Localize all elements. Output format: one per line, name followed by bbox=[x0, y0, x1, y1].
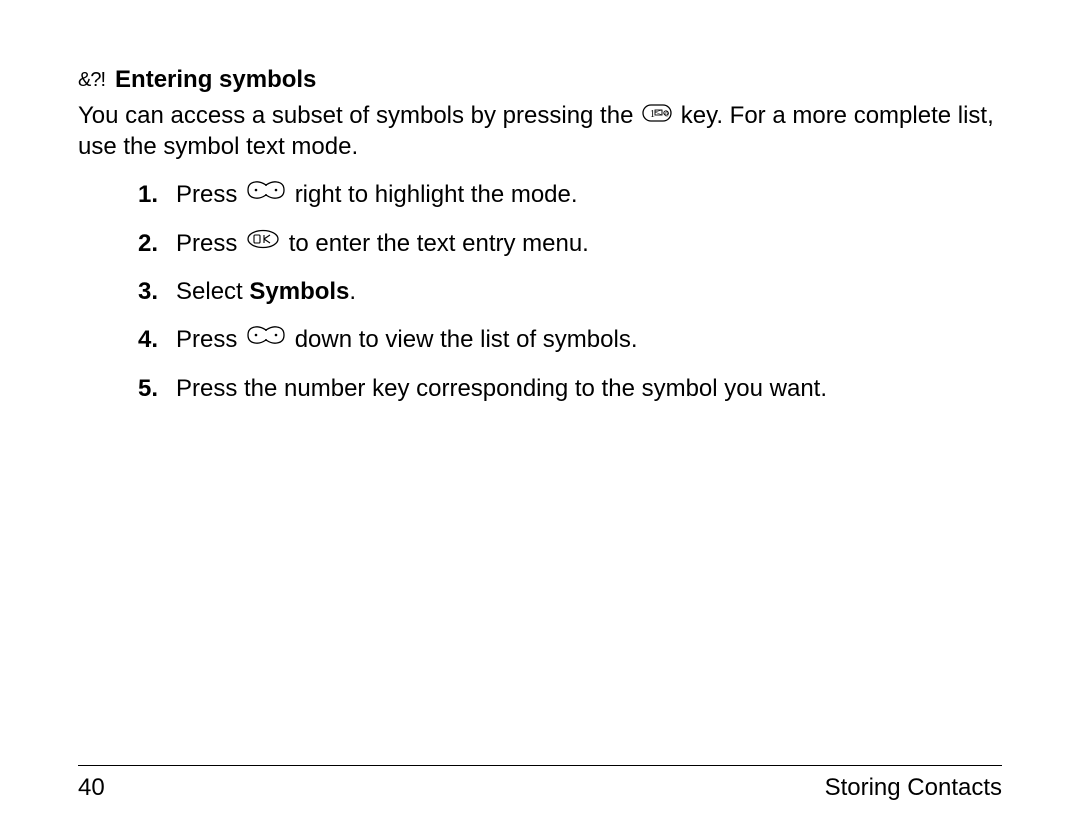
section-name: Storing Contacts bbox=[825, 774, 1002, 802]
step-2: Press to enter the text entry menu. bbox=[138, 229, 1002, 260]
step-3: Select Symbols. bbox=[138, 277, 1002, 307]
step-text: Press the number key corresponding to th… bbox=[176, 375, 827, 402]
step-text: to enter the text entry menu. bbox=[289, 230, 589, 257]
page-number: 40 bbox=[78, 774, 105, 802]
steps-list: Press right to highlight the mode. Press bbox=[78, 180, 1002, 404]
step-text: Press bbox=[176, 326, 244, 353]
one-key-icon: 1 @ bbox=[642, 100, 672, 130]
step-text: Press bbox=[176, 181, 244, 208]
section-heading: &?! Entering symbols bbox=[78, 64, 1002, 95]
step-4: Press down to view the list of symbols. bbox=[138, 325, 1002, 356]
svg-text:1: 1 bbox=[650, 109, 655, 120]
step-1: Press right to highlight the mode. bbox=[138, 180, 1002, 211]
dpad-icon bbox=[246, 179, 286, 209]
svg-text:@: @ bbox=[664, 111, 669, 117]
step-text: . bbox=[349, 278, 356, 305]
step-bold: Symbols bbox=[249, 278, 349, 305]
step-text: down to view the list of symbols. bbox=[295, 326, 638, 353]
step-text: right to highlight the mode. bbox=[295, 181, 578, 208]
dpad-icon bbox=[246, 324, 286, 354]
intro-paragraph: You can access a subset of symbols by pr… bbox=[78, 101, 1002, 162]
step-5: Press the number key corresponding to th… bbox=[138, 374, 1002, 404]
page-footer: 40 Storing Contacts bbox=[78, 765, 1002, 802]
step-text: Select bbox=[176, 278, 249, 305]
footer-divider bbox=[78, 765, 1002, 766]
heading-title: Entering symbols bbox=[115, 64, 316, 95]
step-text: Press bbox=[176, 230, 244, 257]
intro-part1: You can access a subset of symbols by pr… bbox=[78, 102, 640, 129]
ok-key-icon bbox=[246, 227, 280, 257]
symbols-icon: &?! bbox=[78, 67, 105, 93]
